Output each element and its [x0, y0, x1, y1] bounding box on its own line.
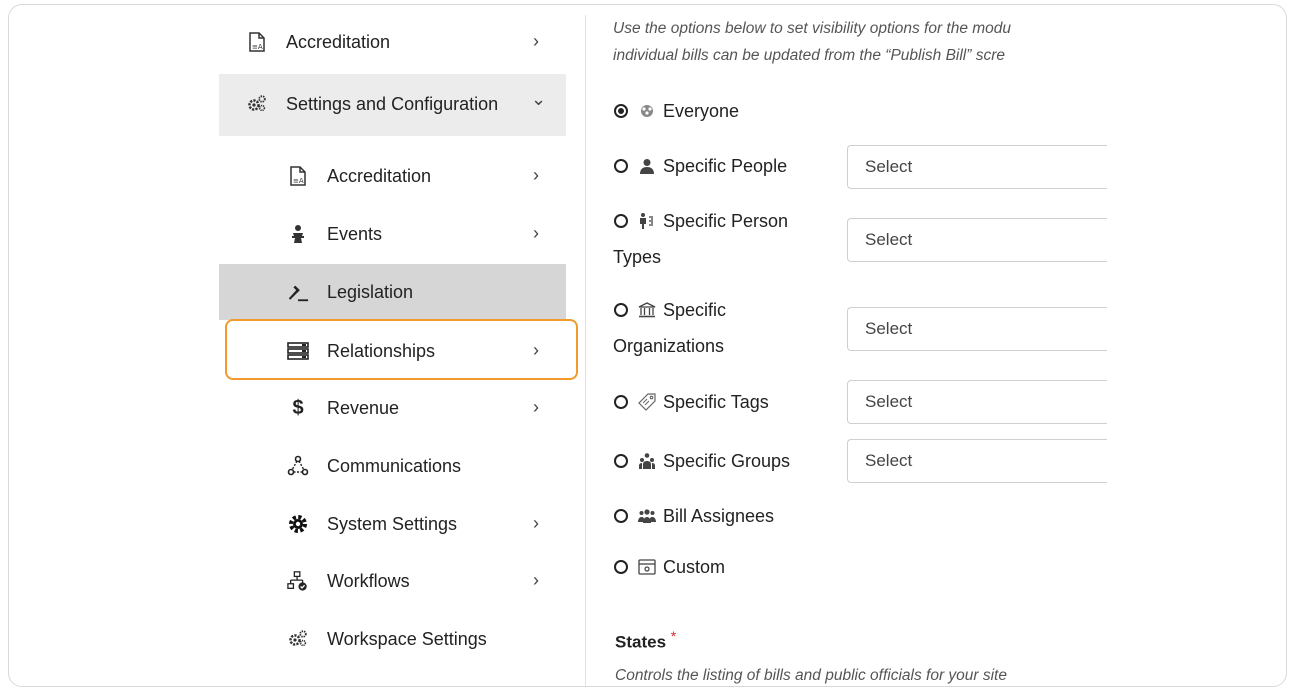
gavel-icon: [287, 281, 309, 303]
intro-line: individual bills can be updated from the…: [613, 47, 1006, 64]
chevron-right-icon: ›: [533, 31, 539, 51]
sidebar: ≡A Accreditation › Settings and Configur…: [9, 5, 585, 686]
document-icon: ≡A: [246, 31, 268, 53]
sidebar-item-accreditation[interactable]: ≡A Accreditation ›: [287, 165, 547, 187]
option-label: Specific Person: [663, 211, 789, 231]
sidebar-item-label: Revenue: [327, 397, 400, 418]
required-marker: *: [670, 629, 677, 645]
radio-specific-tags[interactable]: [614, 395, 628, 409]
sidebar-item-label: Workflows: [327, 570, 410, 591]
globe-people-icon: [637, 101, 657, 121]
intro-text: Use the options below to set visibility …: [613, 15, 1093, 69]
option-label: Specific: [663, 300, 727, 320]
states-heading: States *: [615, 629, 676, 653]
person-icon: [637, 156, 657, 176]
specific-people-select[interactable]: Select: [847, 145, 1107, 189]
network-icon: [287, 455, 309, 477]
radio-specific-organizations[interactable]: [614, 303, 628, 317]
sidebar-item-legislation[interactable]: Legislation: [287, 281, 547, 303]
podium-icon: [287, 223, 309, 245]
document-icon: ≡A: [287, 165, 309, 187]
option-label: Custom: [663, 557, 726, 577]
radio-specific-groups[interactable]: [614, 454, 628, 468]
option-specific-tags[interactable]: Specific Tags: [614, 392, 769, 413]
sidebar-item-label: Communications: [327, 455, 462, 476]
svg-text:≡A: ≡A: [293, 177, 304, 185]
option-label: Specific Tags: [663, 392, 769, 412]
chevron-right-icon: ›: [533, 223, 539, 243]
option-label: Specific People: [663, 156, 788, 176]
option-specific-people[interactable]: Specific People: [614, 156, 787, 177]
sidebar-section-label: Settings and Configuration: [286, 93, 499, 114]
dollar-icon: $: [292, 396, 304, 419]
sidebar-item-label: System Settings: [327, 513, 458, 534]
sidebar-item-workspace-settings[interactable]: Workspace Settings: [287, 628, 547, 650]
radio-custom[interactable]: [614, 560, 628, 574]
chevron-down-icon: ⌄: [531, 89, 547, 109]
cog-icon: [287, 513, 309, 535]
sidebar-item-label: Legislation: [327, 281, 414, 302]
option-label: Bill Assignees: [663, 506, 775, 526]
bank-icon: [637, 300, 657, 320]
intro-line: Use the options below to set visibility …: [613, 20, 1012, 37]
chevron-right-icon: ›: [533, 513, 539, 533]
option-label: Everyone: [663, 101, 740, 121]
radio-specific-person-types[interactable]: [614, 214, 628, 228]
radio-bill-assignees[interactable]: [614, 509, 628, 523]
sidebar-item-label: Events: [327, 223, 383, 244]
sidebar-item-label: Accreditation: [327, 165, 432, 186]
person-types-icon: [637, 211, 657, 231]
visibility-panel: Use the options below to set visibility …: [586, 5, 1286, 686]
tag-icon: [637, 392, 657, 412]
assignees-icon: [637, 506, 657, 526]
custom-box-icon: [637, 557, 657, 577]
sidebar-item-label: Accreditation: [286, 31, 391, 52]
gears-icon: [287, 628, 309, 650]
option-label-line2: Organizations: [613, 336, 725, 356]
sidebar-item-system-settings[interactable]: System Settings ›: [287, 513, 547, 535]
option-specific-groups[interactable]: Specific Groups: [614, 451, 790, 472]
specific-tags-select[interactable]: Select: [847, 380, 1107, 424]
option-label-line2: Types: [613, 247, 662, 267]
svg-text:≡A: ≡A: [252, 43, 263, 51]
option-specific-person-types[interactable]: Specific Person Types: [613, 211, 789, 268]
app-frame: ≡A Accreditation › Settings and Configur…: [8, 4, 1287, 687]
sitemap-icon: [287, 570, 309, 592]
option-custom[interactable]: Custom: [614, 557, 725, 578]
specific-person-types-select[interactable]: Select: [847, 218, 1107, 262]
sidebar-item-accreditation-top[interactable]: ≡A Accreditation ›: [246, 31, 546, 53]
sidebar-item-communications[interactable]: Communications: [287, 455, 547, 477]
sidebar-item-events[interactable]: Events ›: [287, 223, 547, 245]
option-everyone[interactable]: Everyone: [614, 101, 739, 122]
group-icon: [637, 451, 657, 471]
radio-specific-people[interactable]: [614, 159, 628, 173]
gears-icon: [246, 93, 268, 115]
radio-everyone[interactable]: [614, 104, 628, 118]
sidebar-item-revenue[interactable]: $ Revenue ›: [287, 397, 547, 419]
chevron-right-icon: ›: [533, 165, 539, 185]
states-description: Controls the listing of bills and public…: [615, 667, 1007, 684]
sidebar-section-settings[interactable]: Settings and Configuration ⌄: [246, 89, 546, 115]
sidebar-item-label: Workspace Settings: [327, 628, 487, 649]
focus-highlight: [225, 319, 578, 380]
sidebar-item-workflows[interactable]: Workflows ›: [287, 570, 547, 592]
specific-organizations-select[interactable]: Select: [847, 307, 1107, 351]
chevron-right-icon: ›: [533, 397, 539, 417]
chevron-right-icon: ›: [533, 570, 539, 590]
states-heading-text: States: [615, 632, 667, 652]
option-bill-assignees[interactable]: Bill Assignees: [614, 506, 774, 527]
option-specific-organizations[interactable]: Specific Organizations: [613, 300, 727, 357]
option-label: Specific Groups: [663, 451, 791, 471]
specific-groups-select[interactable]: Select: [847, 439, 1107, 483]
